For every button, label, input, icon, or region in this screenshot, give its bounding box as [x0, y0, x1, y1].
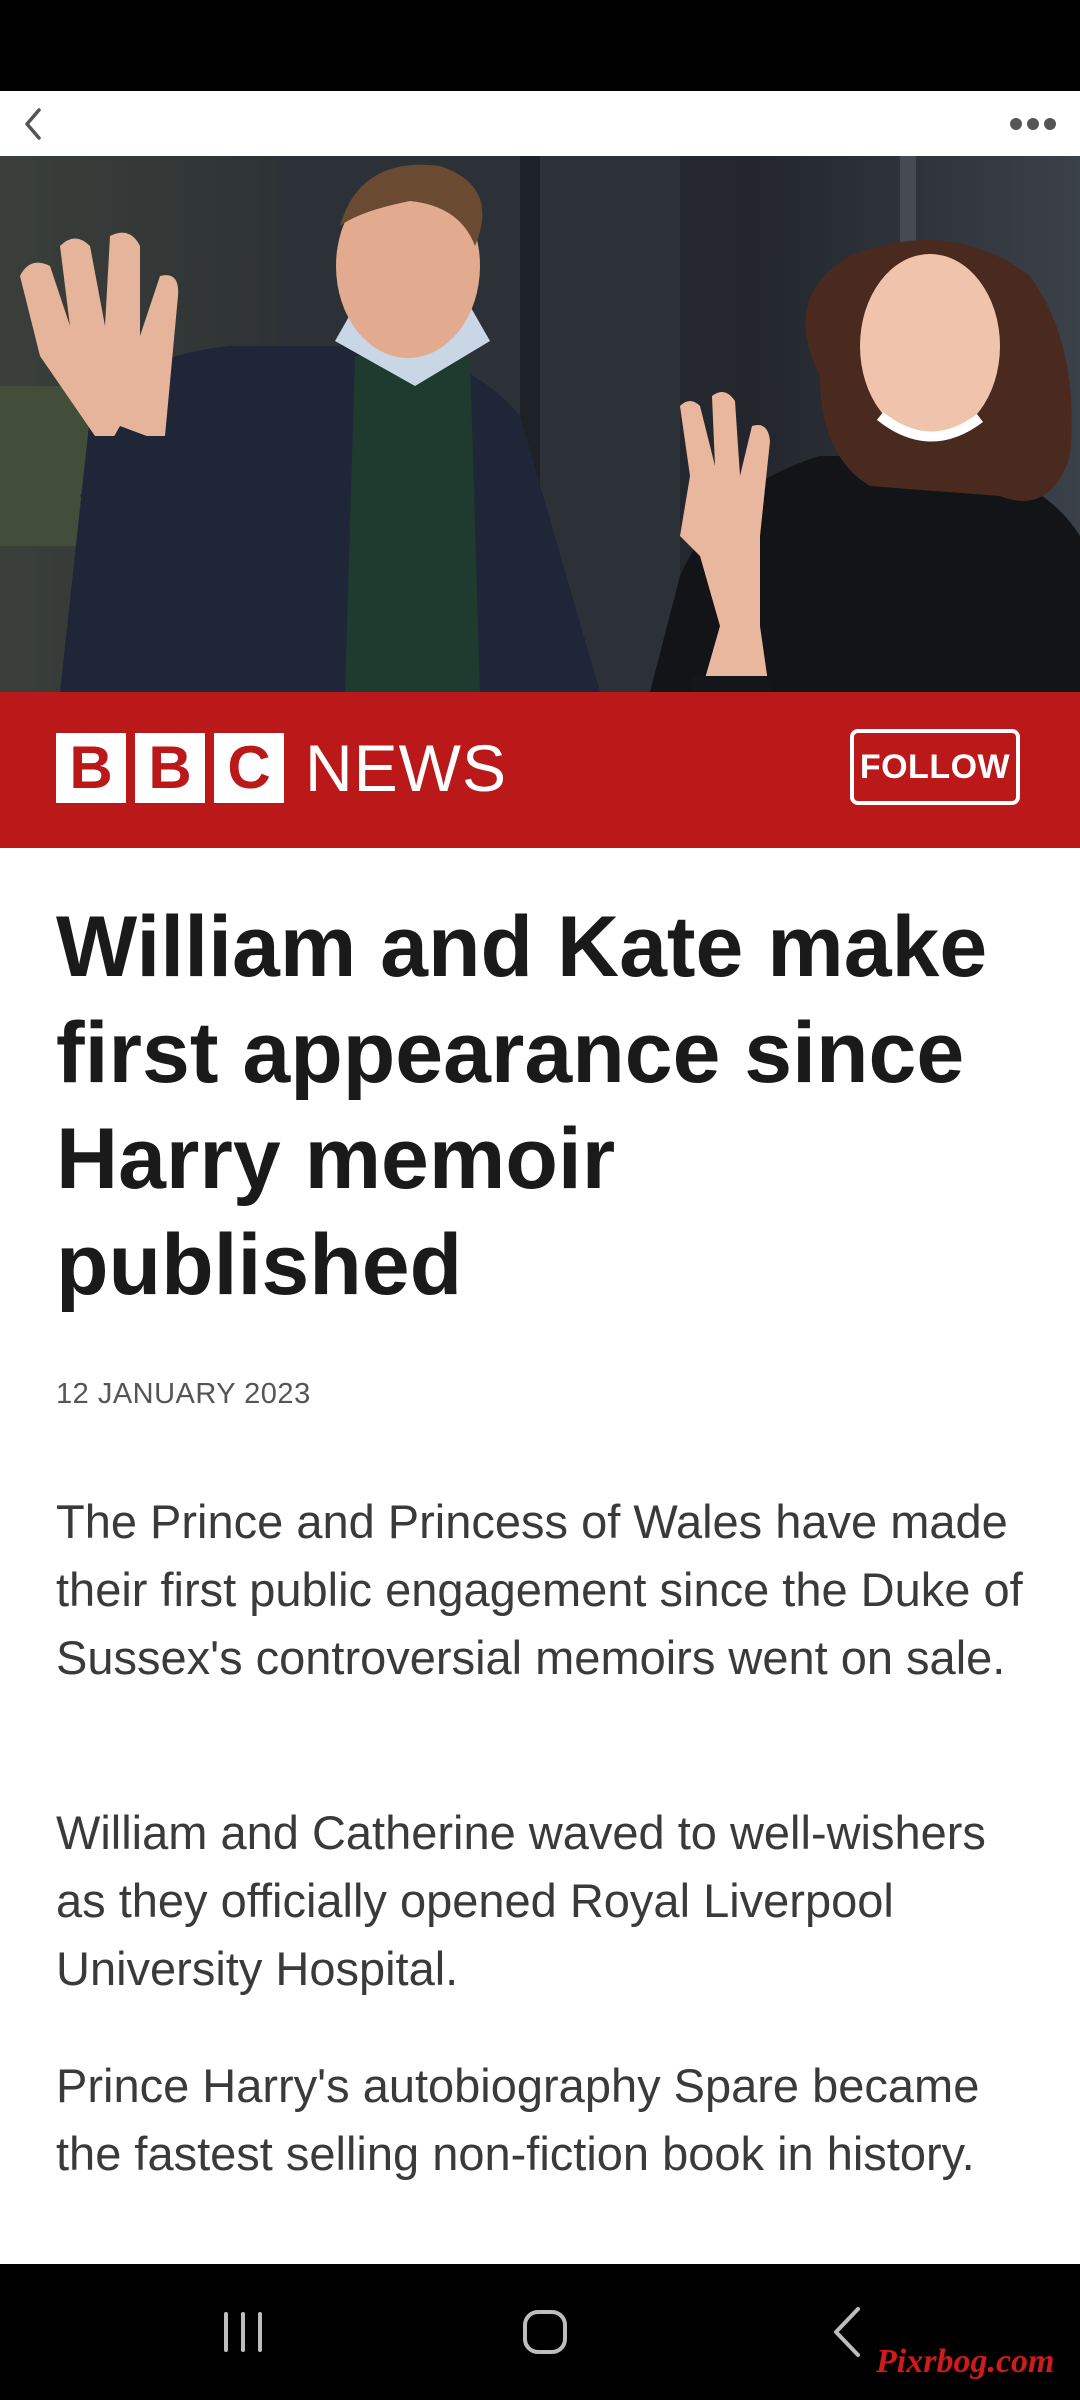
logo-word: NEWS [305, 731, 507, 805]
more-horizontal-icon [1010, 117, 1056, 130]
logo-letter: B [135, 733, 205, 803]
back-icon [834, 2307, 860, 2357]
hero-image [0, 156, 1080, 692]
article-headline: William and Kate make first appearance s… [56, 899, 988, 1313]
watermark: Pixrbog.com [876, 2343, 1055, 2380]
home-button[interactable] [485, 2264, 605, 2400]
recent-apps-icon [224, 2312, 262, 2352]
article-paragraph: William and Catherine waved to well-wish… [56, 1806, 986, 1995]
chevron-left-icon [25, 107, 41, 140]
top-toolbar [0, 91, 1080, 156]
logo-letter: C [214, 733, 284, 803]
publisher-banner: B B C NEWS FOLLOW [0, 692, 1080, 848]
back-button[interactable] [8, 91, 58, 156]
article-paragraph: Prince Harry's autobiography Spare becam… [56, 2059, 980, 2180]
article-date: 12 JANUARY 2023 [56, 1378, 311, 1410]
logo-letter: B [56, 733, 126, 803]
article-paragraph: The Prince and Princess of Wales have ma… [56, 1495, 1023, 1684]
status-bar [0, 0, 1080, 91]
home-icon [523, 2310, 567, 2354]
follow-button[interactable]: FOLLOW [850, 729, 1020, 805]
more-options-button[interactable] [998, 91, 1068, 156]
recent-apps-button[interactable] [183, 2264, 303, 2400]
bbc-news-logo[interactable]: B B C NEWS [56, 733, 507, 803]
